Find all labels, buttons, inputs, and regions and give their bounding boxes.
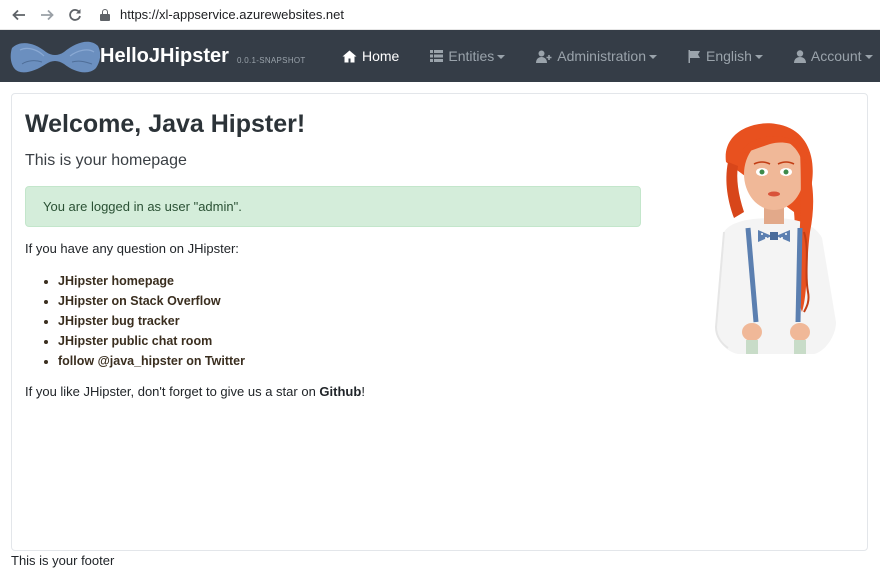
page-subtitle: This is your homepage [25,152,187,169]
nav-language[interactable]: English [688,48,763,64]
list-item: JHipster bug tracker [58,311,645,331]
nav-account-label: Account [810,48,862,64]
address-bar[interactable]: https://xl-appservice.azurewebsites.net [100,7,344,22]
version-label: 0.0.1-SNAPSHOT [236,55,306,65]
nav-home[interactable]: Home [342,48,399,64]
list-item: JHipster homepage [58,271,645,291]
th-list-icon [430,50,444,62]
hipster-illustration [714,123,836,354]
page-title: Welcome, Java Hipster! [25,110,306,138]
login-alert-text: You are logged in as user "admin". [43,199,242,214]
user-icon [793,49,806,63]
list-item: follow @java_hipster on Twitter [58,351,645,371]
list-item: JHipster on Stack Overflow [58,291,645,311]
user-plus-icon [536,50,552,63]
arrow-right-icon [41,9,54,20]
forward-button[interactable] [36,4,58,26]
chevron-down-icon [497,55,506,59]
nav-administration[interactable]: Administration [536,48,657,64]
lock-icon [100,8,110,21]
reload-button[interactable] [64,4,86,26]
chevron-down-icon [754,55,763,59]
link-bug-tracker[interactable]: JHipster bug tracker [58,314,180,328]
question-text: If you have any question on JHipster: [25,241,239,256]
link-chat-room[interactable]: JHipster public chat room [58,334,212,348]
nav-language-label: English [705,48,752,64]
nav-home-label: Home [362,48,400,64]
link-jhipster-homepage[interactable]: JHipster homepage [58,274,174,288]
chevron-down-icon [648,55,657,59]
github-star-text: If you like JHipster, don't forget to gi… [25,384,645,399]
main-card: Welcome, Java Hipster! This is your home… [11,93,868,551]
list-item: JHipster public chat room [58,331,645,351]
home-icon [342,50,357,63]
link-twitter[interactable]: follow @java_hipster on Twitter [58,354,245,368]
app-navbar: HelloJHipster 0.0.1-SNAPSHOT Home Entiti… [0,30,880,82]
star-prefix: If you like JHipster, don't forget to gi… [25,384,320,399]
github-link[interactable]: Github [319,384,361,399]
nav-account[interactable]: Account [793,48,873,64]
nav-entities[interactable]: Entities [430,48,506,64]
browser-toolbar: https://xl-appservice.azurewebsites.net [0,0,880,30]
reload-icon [69,8,81,21]
brand-name[interactable]: HelloJHipster [100,45,229,68]
nav-administration-label: Administration [557,48,646,64]
home-content: Welcome, Java Hipster! This is your home… [25,108,645,399]
page-footer: This is your footer [11,553,115,568]
back-button[interactable] [8,4,30,26]
arrow-left-icon [12,9,25,20]
jhipster-logo[interactable] [10,30,100,82]
flag-icon [688,49,701,63]
star-suffix: ! [361,384,365,399]
url-text: https://xl-appservice.azurewebsites.net [120,7,344,22]
login-alert: You are logged in as user "admin". [25,186,641,227]
link-stack-overflow[interactable]: JHipster on Stack Overflow [58,294,221,308]
nav-entities-label: Entities [448,48,495,64]
links-list: JHipster homepage JHipster on Stack Over… [25,271,645,371]
chevron-down-icon [864,55,873,59]
